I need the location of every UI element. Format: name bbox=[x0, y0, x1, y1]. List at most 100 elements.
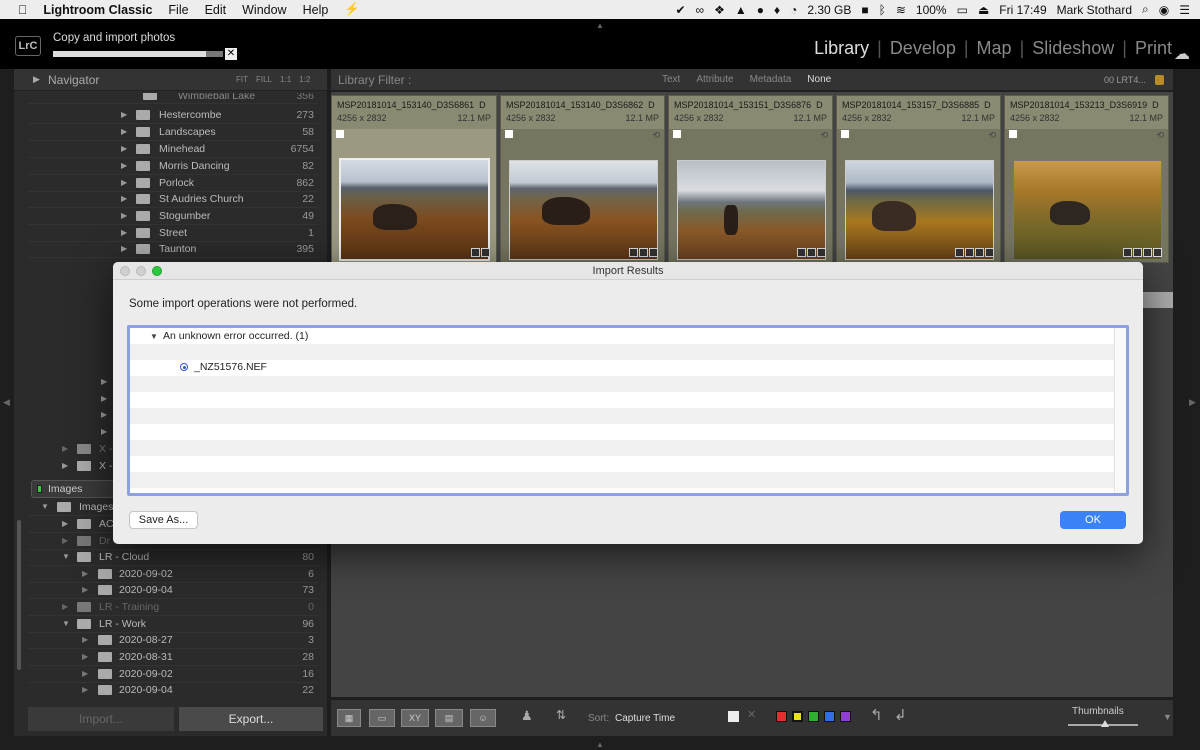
folder-row[interactable]: ▶ Landscapes 58 bbox=[28, 124, 318, 141]
people-view-icon[interactable]: ☺ bbox=[470, 709, 496, 727]
google-drive-icon[interactable]: ▲ bbox=[735, 3, 747, 17]
app-menu[interactable]: Lightroom Classic bbox=[35, 3, 160, 17]
label-red-swatch[interactable] bbox=[776, 711, 787, 722]
zoom-fill[interactable]: FILL bbox=[256, 75, 272, 84]
photo-cell[interactable]: MSP20181014_153151_D3S6876 D 4256 x 2832… bbox=[668, 95, 833, 263]
edit-badge-icon[interactable] bbox=[1133, 248, 1142, 257]
zoom-1-2[interactable]: 1:2 bbox=[299, 75, 310, 84]
label-blue-swatch[interactable] bbox=[824, 711, 835, 722]
disclosure-icon[interactable]: ▶ bbox=[62, 536, 68, 545]
disclosure-icon[interactable]: ▶ bbox=[62, 519, 68, 528]
flag-icon[interactable] bbox=[505, 130, 513, 138]
menu-help[interactable]: Help bbox=[295, 3, 337, 17]
photo-cell[interactable]: MSP20181014_153140_D3S6861 D 4256 x 2832… bbox=[331, 95, 497, 263]
apple-menu-icon[interactable]:  bbox=[0, 3, 35, 17]
wifi-icon[interactable]: ≋ bbox=[896, 3, 906, 17]
compare-view-icon[interactable]: XY bbox=[401, 709, 429, 727]
adjust-badge-icon[interactable] bbox=[985, 248, 994, 257]
disclosure-icon[interactable]: ▶ bbox=[121, 211, 127, 220]
folder-row[interactable]: ▶ Taunton 395 bbox=[28, 241, 318, 258]
folder-row[interactable]: ▼ LR - Work 96 bbox=[28, 616, 318, 633]
flag-icon[interactable] bbox=[673, 130, 681, 138]
loupe-view-icon[interactable]: ▭ bbox=[369, 709, 395, 727]
disclosure-icon[interactable]: ▶ bbox=[82, 635, 88, 644]
collapse-left-panel-icon[interactable]: ◀ bbox=[3, 397, 10, 408]
disclosure-icon[interactable]: ▶ bbox=[121, 161, 127, 170]
zoom-1-1[interactable]: 1:1 bbox=[280, 75, 291, 84]
disclosure-icon[interactable]: ▶ bbox=[121, 244, 127, 253]
notification-center-icon[interactable]: ☰ bbox=[1179, 3, 1190, 17]
battery-icon[interactable]: ▭ bbox=[957, 3, 968, 17]
folder-row[interactable]: ▶ 2020-08-27 3 bbox=[28, 632, 318, 649]
survey-view-icon[interactable]: ▤ bbox=[435, 709, 463, 727]
error-list[interactable]: ▼ An unknown error occurred. (1) _NZ5157… bbox=[127, 325, 1129, 496]
folder-row[interactable]: ▶ St Audries Church 22 bbox=[28, 191, 318, 208]
menu-file[interactable]: File bbox=[160, 3, 196, 17]
filter-none[interactable]: None bbox=[807, 74, 831, 85]
menu-edit[interactable]: Edit bbox=[197, 3, 235, 17]
disclosure-icon[interactable]: ▶ bbox=[121, 127, 127, 136]
module-develop[interactable]: Develop bbox=[890, 38, 956, 59]
folder-row[interactable]: Wimbleball Lake 356 bbox=[28, 93, 318, 104]
edit-badge-icon[interactable] bbox=[481, 248, 490, 257]
camera-app-icon[interactable]: ■ bbox=[861, 3, 868, 17]
menu-window[interactable]: Window bbox=[234, 3, 294, 17]
photo-cell[interactable]: MSP20181014_153140_D3S6862 D 4256 x 2832… bbox=[500, 95, 665, 263]
rotate-icon[interactable]: ⟲ bbox=[1156, 130, 1164, 141]
folder-row[interactable]: ▶ Morris Dancing 82 bbox=[28, 158, 318, 175]
sort-select[interactable]: Capture Time bbox=[615, 713, 675, 724]
rotate-left-icon[interactable]: ↰ bbox=[870, 706, 883, 724]
filter-attribute[interactable]: Attribute bbox=[696, 74, 733, 85]
folder-row[interactable]: ▶ LR - Training 0 bbox=[28, 599, 318, 616]
folder-row[interactable]: ▶ Porlock 862 bbox=[28, 175, 318, 192]
disclosure-triangle-icon[interactable]: ▼ bbox=[150, 332, 158, 341]
photo-thumbnail[interactable] bbox=[509, 160, 658, 260]
photo-thumbnail[interactable] bbox=[1013, 160, 1162, 260]
zoom-fit[interactable]: FIT bbox=[236, 75, 248, 84]
disclosure-icon[interactable]: ▼ bbox=[41, 502, 49, 511]
disclosure-icon[interactable]: ▶ bbox=[82, 685, 88, 694]
folder-row[interactable]: ▶ Hestercombe 273 bbox=[28, 107, 318, 124]
dropbox-icon[interactable]: ❖ bbox=[714, 3, 725, 17]
folder-row[interactable]: ▶ 2020-09-02 6 bbox=[28, 566, 318, 583]
sort-direction-icon[interactable]: ⇅ bbox=[556, 708, 566, 722]
folder-row[interactable]: ▶ 2020-08-31 28 bbox=[28, 649, 318, 666]
edit-badge-icon[interactable] bbox=[965, 248, 974, 257]
photo-thumbnail[interactable] bbox=[677, 160, 826, 260]
photo-cell[interactable]: MSP20181014_153213_D3S6919 D 4256 x 2832… bbox=[1004, 95, 1169, 263]
rotate-icon[interactable]: ⟲ bbox=[988, 130, 996, 141]
photo-thumbnail[interactable] bbox=[845, 160, 994, 260]
crop-badge-icon[interactable] bbox=[1143, 248, 1152, 257]
folder-row[interactable]: ▶ Minehead 6754 bbox=[28, 141, 318, 158]
label-yellow-swatch[interactable] bbox=[792, 711, 803, 722]
creative-cloud-icon[interactable]: ∞ bbox=[696, 3, 705, 17]
list-scrollbar[interactable] bbox=[1114, 328, 1126, 493]
disclosure-icon[interactable]: ▶ bbox=[62, 444, 68, 453]
folder-row[interactable]: ▶ 2020-09-02 16 bbox=[28, 666, 318, 683]
collapse-filmstrip-icon[interactable]: ▲ bbox=[596, 740, 604, 749]
adjust-badge-icon[interactable] bbox=[1153, 248, 1162, 257]
airplay-icon[interactable]: ⏏ bbox=[978, 3, 989, 17]
photo-cell[interactable]: MSP20181014_153157_D3S6885 D 4256 x 2832… bbox=[836, 95, 1001, 263]
memory-readout[interactable]: 2.30 GB bbox=[807, 3, 851, 17]
cloud-sync-icon[interactable]: ☁ bbox=[1174, 44, 1190, 64]
disclosure-icon[interactable]: ▶ bbox=[121, 144, 127, 153]
keyword-badge-icon[interactable] bbox=[797, 248, 806, 257]
ok-button[interactable]: OK bbox=[1060, 511, 1126, 529]
save-as-button[interactable]: Save As... bbox=[129, 511, 198, 529]
disclosure-icon[interactable]: ▶ bbox=[101, 427, 107, 436]
import-button[interactable]: Import... bbox=[28, 707, 174, 731]
disclosure-icon[interactable]: ▶ bbox=[62, 602, 68, 611]
keyword-badge-icon[interactable] bbox=[471, 248, 480, 257]
toolbar-menu-icon[interactable]: ▼ bbox=[1163, 712, 1172, 722]
disclosure-icon[interactable]: ▶ bbox=[121, 110, 127, 119]
siri-icon[interactable]: ◉ bbox=[1159, 3, 1169, 17]
module-slideshow[interactable]: Slideshow bbox=[1032, 38, 1114, 59]
disclosure-icon[interactable]: ▶ bbox=[101, 410, 107, 419]
disclosure-icon[interactable]: ▶ bbox=[121, 194, 127, 203]
disclosure-icon[interactable]: ▼ bbox=[62, 619, 70, 628]
disclosure-icon[interactable]: ▶ bbox=[121, 228, 127, 237]
export-button[interactable]: Export... bbox=[179, 707, 323, 731]
bluetooth-icon[interactable]: ᛒ bbox=[879, 3, 886, 17]
grid-view-icon[interactable]: ▦ bbox=[337, 709, 361, 727]
